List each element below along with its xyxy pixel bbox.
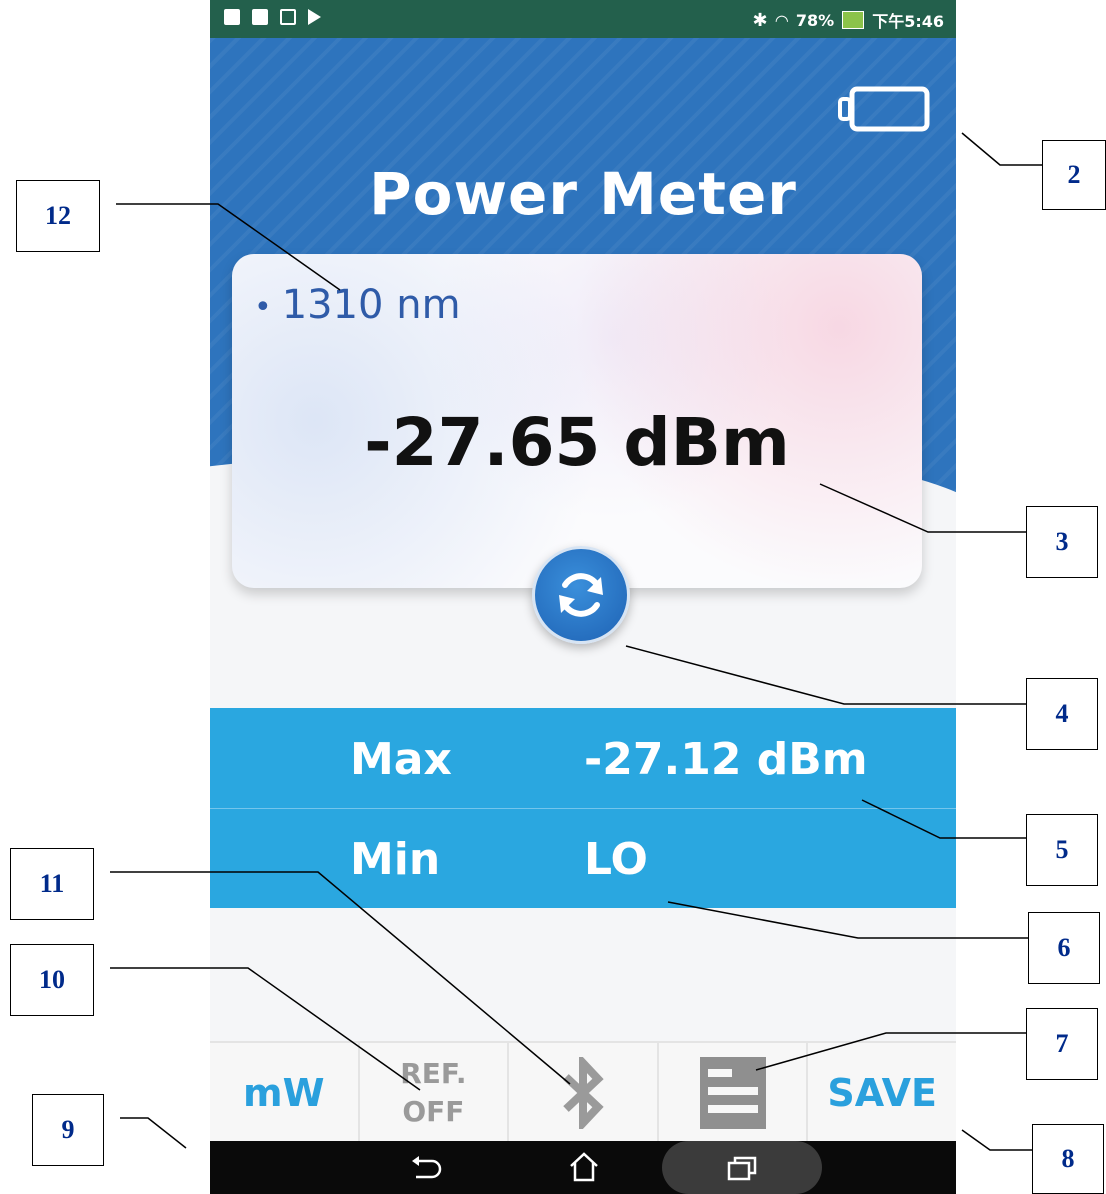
clock: 下午5:46 (872, 12, 944, 31)
callout-6: 6 (1028, 912, 1100, 984)
recents-icon[interactable] (726, 1155, 758, 1181)
unit-button-label: mW (243, 1071, 325, 1115)
home-icon[interactable] (568, 1152, 600, 1182)
callout-4: 4 (1026, 678, 1098, 750)
bottom-toolbar: mW REF. OFF SAVE (210, 1041, 956, 1143)
battery-status-icon (842, 11, 865, 29)
bluetooth-icon (563, 1057, 604, 1129)
power-reading: -27.65 dBm (364, 404, 790, 481)
callout-3: 3 (1026, 506, 1098, 578)
refresh-icon (559, 573, 603, 617)
unit-button[interactable]: mW (210, 1043, 360, 1143)
callout-2: 2 (1042, 140, 1106, 210)
ref-line1: REF. (400, 1057, 467, 1090)
phone-screen: ✱ ◠ 78% 下午5:46 Power Meter • 1310 nm -27.… (210, 0, 956, 1194)
min-row: Min LO (210, 808, 956, 908)
min-value: LO (584, 834, 648, 885)
status-bar: ✱ ◠ 78% 下午5:46 (210, 0, 956, 38)
wavelength-label[interactable]: • 1310 nm (254, 282, 461, 328)
bluetooth-status-icon: ✱ (752, 9, 768, 31)
back-icon[interactable] (410, 1155, 442, 1181)
battery-percent: 78% (795, 10, 835, 30)
min-label: Min (350, 834, 441, 885)
stats-panel: Max -27.12 dBm Min LO (210, 708, 956, 908)
save-button[interactable]: SAVE (808, 1043, 956, 1143)
max-row: Max -27.12 dBm (210, 708, 956, 809)
refresh-button[interactable] (532, 546, 630, 644)
status-right: ✱ ◠ 78% 下午5:46 (752, 8, 944, 32)
bullet-icon: • (254, 289, 272, 325)
list-icon (699, 1057, 766, 1129)
max-value: -27.12 dBm (584, 734, 868, 785)
ref-line2: OFF (402, 1095, 465, 1128)
records-button[interactable] (659, 1043, 809, 1143)
callout-11: 11 (10, 848, 94, 920)
callout-8: 8 (1032, 1124, 1104, 1194)
max-label: Max (350, 734, 452, 785)
bluetooth-button[interactable] (509, 1043, 659, 1143)
mail-icon (224, 9, 240, 25)
reference-button[interactable]: REF. OFF (360, 1043, 510, 1143)
page-title: Power Meter (369, 160, 797, 228)
callout-10: 10 (10, 944, 94, 1016)
save-button-label: SAVE (827, 1071, 937, 1115)
battery-icon[interactable] (838, 86, 930, 132)
wifi-icon: ◠ (775, 10, 788, 30)
reading-card: • 1310 nm -27.65 dBm (232, 254, 922, 588)
callout-12: 12 (16, 180, 100, 252)
callout-5: 5 (1026, 814, 1098, 886)
wavelength-value: 1310 nm (281, 282, 461, 328)
reference-button-label: REF. OFF (400, 1055, 466, 1131)
callout-7: 7 (1026, 1008, 1098, 1080)
image-icon (252, 9, 268, 25)
navigation-bar (210, 1141, 956, 1194)
notification-icons (224, 9, 321, 25)
play-icon (308, 9, 321, 25)
n-icon (280, 9, 296, 25)
callout-9: 9 (32, 1094, 104, 1166)
